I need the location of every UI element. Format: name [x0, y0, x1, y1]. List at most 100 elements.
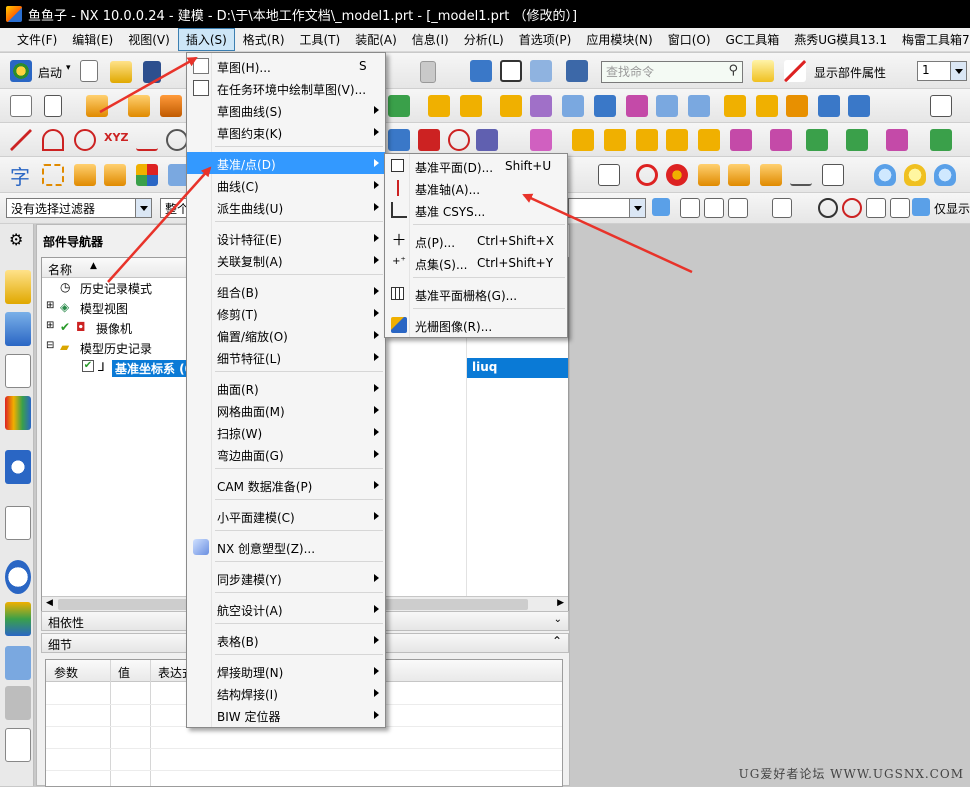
snap-view-icon[interactable] [470, 60, 492, 82]
surface-g-icon[interactable] [730, 129, 752, 151]
line-icon[interactable] [10, 129, 32, 151]
constraint-navigator-icon[interactable] [5, 312, 31, 346]
document-icon[interactable] [420, 61, 436, 83]
snap-plus-icon[interactable] [866, 198, 886, 218]
revolve-icon[interactable] [128, 95, 150, 117]
menu-item-weld-assistant[interactable]: 焊接助理(N) [187, 660, 385, 682]
snap-select[interactable] [568, 198, 646, 218]
surface-b-icon[interactable] [572, 129, 594, 151]
lightning-icon[interactable] [598, 164, 620, 186]
menu-item-detail-feature[interactable]: 细节特征(L) [187, 346, 385, 368]
snap-center-icon[interactable] [818, 198, 838, 218]
boolean-icon[interactable] [388, 95, 410, 117]
menu-item-datum-csys[interactable]: 基准 CSYS... [385, 199, 567, 221]
expand-icon[interactable]: ⊞ [46, 320, 54, 331]
command-search-input[interactable]: 查找命令 ⚲ [601, 61, 743, 83]
column-name[interactable]: 名称 [48, 261, 72, 278]
offset-curve-icon[interactable] [448, 129, 470, 151]
feature-k-icon[interactable] [756, 95, 778, 117]
menu-format[interactable]: 格式(R) [236, 29, 292, 50]
expand-icon[interactable]: ⊞ [46, 300, 54, 311]
role-icon[interactable] [5, 728, 31, 762]
scroll-left-icon[interactable]: ◀ [46, 598, 53, 608]
snap-c-icon[interactable] [728, 198, 748, 218]
lightbulb-icon[interactable] [874, 164, 896, 186]
menu-item-datum-grid[interactable]: 基准平面栅格(G)... [385, 283, 567, 305]
box-icon[interactable] [822, 164, 844, 186]
datum-plane-icon[interactable] [44, 95, 62, 117]
menu-item-sketch[interactable]: 草图(H)... S [187, 55, 385, 77]
trim-icon[interactable] [42, 164, 64, 186]
project-icon[interactable] [388, 129, 410, 151]
edge-icon[interactable] [760, 164, 782, 186]
feature-a-icon[interactable] [428, 95, 450, 117]
only-show-label[interactable]: 仅显示 [934, 200, 970, 217]
process-studio-icon[interactable] [5, 646, 31, 680]
menu-item-surface[interactable]: 曲面(R) [187, 377, 385, 399]
feature-g-icon[interactable] [626, 95, 648, 117]
menu-gc-toolbox[interactable]: GC工具箱 [719, 29, 787, 50]
menu-assembly[interactable]: 装配(A) [348, 29, 404, 50]
surface-shade-icon[interactable] [728, 164, 750, 186]
feature-e-icon[interactable] [562, 95, 584, 117]
sketch-icon[interactable] [10, 95, 32, 117]
menu-item-flange-surface[interactable]: 弯边曲面(G) [187, 443, 385, 465]
menu-item-biw-locator[interactable]: BIW 定位器 [187, 704, 385, 726]
info-icon[interactable] [5, 450, 31, 484]
surface-j-icon[interactable] [846, 129, 868, 151]
layer-select[interactable]: 1 [917, 61, 967, 81]
menu-insert[interactable]: 插入(S) [177, 28, 235, 51]
assembly-navigator-icon[interactable] [5, 270, 31, 304]
menu-item-trim[interactable]: 修剪(T) [187, 302, 385, 324]
menu-item-derived-curve[interactable]: 派生曲线(U) [187, 196, 385, 218]
surface-l-icon[interactable] [930, 129, 952, 151]
menu-item-combine[interactable]: 组合(B) [187, 280, 385, 302]
shaded-icon[interactable] [698, 164, 720, 186]
surface-a-icon[interactable] [530, 129, 552, 151]
menu-edit[interactable]: 编辑(E) [65, 29, 120, 50]
menu-meilei[interactable]: 梅雷工具箱7.4 [895, 29, 970, 50]
save-icon[interactable] [143, 61, 161, 83]
chevron-down-icon[interactable] [135, 199, 151, 217]
delete-icon[interactable] [784, 60, 806, 82]
graphics-window[interactable]: UG爱好者论坛 WWW.UGSNX.COM [570, 224, 970, 786]
surface-f-icon[interactable] [698, 129, 720, 151]
spline-icon[interactable] [136, 129, 158, 151]
show-part-props-label[interactable]: 显示部件属性 [814, 64, 886, 81]
window-icon[interactable] [500, 60, 522, 82]
menu-item-synchronous[interactable]: 同步建模(Y) [187, 567, 385, 589]
cube-icon[interactable] [104, 164, 126, 186]
info-icon[interactable] [566, 60, 588, 82]
scroll-right-icon[interactable]: ▶ [557, 598, 564, 608]
palette-icon[interactable] [666, 164, 688, 186]
menu-item-mesh-surface[interactable]: 网格曲面(M) [187, 399, 385, 421]
menu-info[interactable]: 信息(I) [405, 29, 456, 50]
menu-view[interactable]: 视图(V) [121, 29, 177, 50]
chevron-down-icon[interactable]: ▾ [66, 63, 71, 73]
extrude-icon[interactable] [86, 95, 108, 117]
block-icon[interactable] [74, 164, 96, 186]
menu-tools[interactable]: 工具(T) [293, 29, 348, 50]
menu-item-cam-data[interactable]: CAM 数据准备(P) [187, 474, 385, 496]
feature-d-icon[interactable] [530, 95, 552, 117]
detail-col-value[interactable]: 值 [118, 664, 130, 681]
menu-item-structure-weld[interactable]: 结构焊接(I) [187, 682, 385, 704]
snap-a-icon[interactable] [680, 198, 700, 218]
menu-item-associative-copy[interactable]: 关联复制(A) [187, 249, 385, 271]
menu-item-facet-modeling[interactable]: 小平面建模(C) [187, 505, 385, 527]
lightbulb-on-icon[interactable] [904, 164, 926, 186]
open-folder-icon[interactable] [110, 61, 132, 83]
feature-c-icon[interactable] [500, 95, 522, 117]
feature-m-icon[interactable] [818, 95, 840, 117]
menu-item-datum-axis[interactable]: 基准轴(A)... [385, 177, 567, 199]
snap-quadrant-icon[interactable] [842, 198, 862, 218]
arc-icon[interactable] [42, 129, 64, 151]
text-icon[interactable]: 字 [10, 161, 30, 190]
menu-item-datum-plane[interactable]: 基准平面(D)... Shift+U [385, 155, 567, 177]
menu-window[interactable]: 窗口(O) [661, 29, 718, 50]
history-clock-icon[interactable] [5, 560, 31, 594]
start-label[interactable]: 启动 [38, 64, 62, 81]
surface-h-icon[interactable] [770, 129, 792, 151]
system-materials-icon[interactable] [5, 602, 31, 636]
color-palette-icon[interactable] [136, 164, 158, 186]
